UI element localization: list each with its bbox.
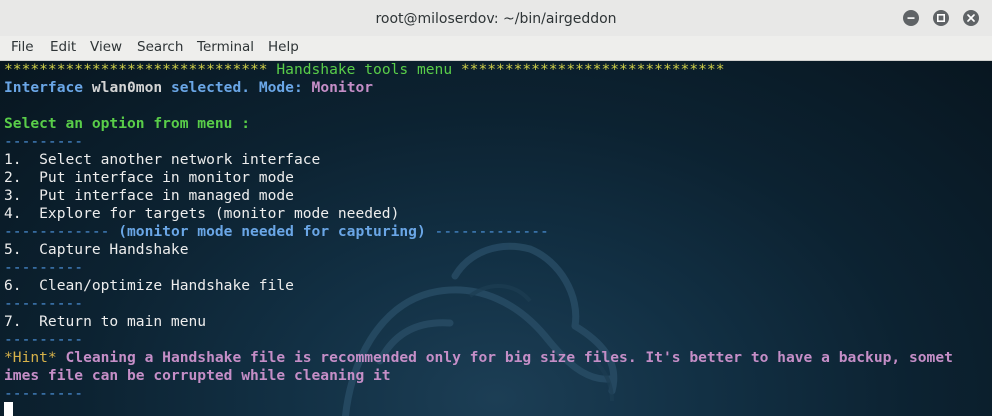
maximize-icon[interactable]	[933, 10, 949, 26]
menu-file[interactable]: File	[11, 36, 34, 60]
title-bar[interactable]: root@miloserdov: ~/bin/airgeddon	[0, 0, 992, 37]
menu-edit[interactable]: Edit	[50, 36, 76, 60]
menu-search[interactable]: Search	[137, 36, 183, 60]
menu-option-4: 4. Explore for targets (monitor mode nee…	[4, 205, 400, 222]
terminal-output[interactable]: ****************************** Handshake…	[0, 61, 992, 416]
section-separator: ------------ (monitor mode needed for ca…	[4, 223, 549, 241]
separator: ---------	[4, 331, 84, 348]
close-icon[interactable]	[963, 10, 979, 26]
hint-tag: *Hint*	[4, 349, 57, 366]
section-right-dashes: -------------	[425, 223, 549, 240]
interface-mode: Monitor	[311, 79, 374, 96]
interface-prefix: Interface	[4, 79, 92, 96]
header-right-stars: ******************************	[460, 61, 725, 78]
terminal-scrollbar[interactable]	[980, 61, 992, 416]
hint-text-2: imes file can be corrupted while cleanin…	[4, 367, 391, 384]
menu-option-2: 2. Put interface in monitor mode	[4, 169, 294, 186]
interface-middle: selected. Mode:	[162, 79, 312, 96]
menu-bar: File Edit View Search Terminal Help	[0, 36, 992, 61]
separator: ---------	[4, 385, 84, 402]
menu-option-3: 3. Put interface in managed mode	[4, 187, 294, 204]
menu-view[interactable]: View	[90, 36, 122, 60]
header-left-stars: ******************************	[4, 61, 268, 78]
section-label: (monitor mode needed for capturing)	[118, 223, 426, 240]
separator: ---------	[4, 133, 84, 150]
window-title: root@miloserdov: ~/bin/airgeddon	[375, 11, 617, 27]
interface-name: wlan0mon	[91, 79, 163, 96]
separator: ---------	[4, 295, 84, 312]
header-title: Handshake tools menu	[267, 61, 461, 78]
menu-option-6: 6. Clean/optimize Handshake file	[4, 277, 294, 294]
menu-option-7: 7. Return to main menu	[4, 313, 207, 330]
menu-option-1: 1. Select another network interface	[4, 151, 321, 168]
menu-header: ****************************** Handshake…	[4, 61, 724, 79]
section-left-dashes: ------------	[4, 223, 119, 240]
menu-terminal[interactable]: Terminal	[197, 36, 254, 60]
menu-prompt: Select an option from menu :	[4, 115, 251, 132]
hint-line-1: *Hint* Cleaning a Handshake file is reco…	[4, 349, 953, 367]
menu-help[interactable]: Help	[268, 36, 299, 60]
terminal-cursor	[4, 402, 13, 416]
minimize-icon[interactable]	[903, 10, 919, 26]
interface-status: Interface wlan0mon selected. Mode: Monit…	[4, 79, 373, 97]
menu-option-5: 5. Capture Handshake	[4, 241, 189, 258]
hint-text-1: Cleaning a Handshake file is recommended…	[56, 349, 953, 366]
terminal-window: root@miloserdov: ~/bin/airgeddon File Ed…	[0, 0, 992, 416]
separator: ---------	[4, 259, 84, 276]
